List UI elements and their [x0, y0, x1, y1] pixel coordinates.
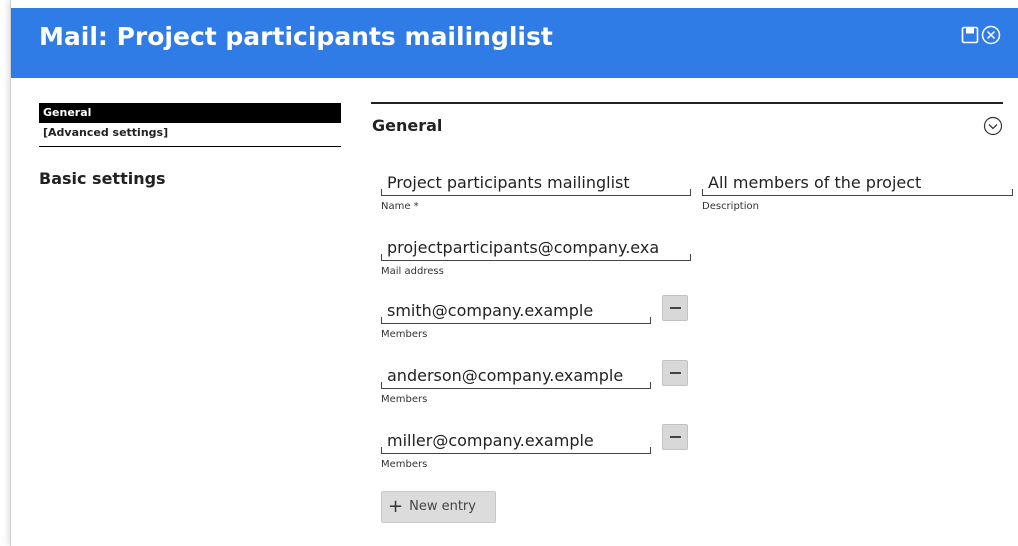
sidebar: General [Advanced settings] Basic settin… [39, 103, 341, 188]
new-entry-button[interactable]: + New entry [381, 491, 496, 523]
member-field-group: miller@company.example Members [381, 428, 651, 470]
dialog-header: Mail: Project participants mailinglist [11, 8, 1018, 78]
description-field-group: All members of the project Description [702, 170, 1013, 212]
remove-member-2-button[interactable] [662, 360, 688, 386]
member-label: Members [381, 329, 428, 340]
member-field-3[interactable]: miller@company.example [381, 428, 651, 454]
description-field[interactable]: All members of the project [702, 170, 1013, 196]
close-icon[interactable] [981, 25, 1001, 45]
description-label: Description [702, 201, 759, 212]
chevron-down-icon[interactable] [983, 116, 1003, 136]
minus-icon [670, 372, 681, 374]
member-field-group: anderson@company.example Members [381, 363, 651, 405]
minus-icon [670, 307, 681, 309]
minus-icon [670, 436, 681, 438]
sidebar-item-advanced-settings[interactable]: [Advanced settings] [39, 123, 341, 143]
member-field-2[interactable]: anderson@company.example [381, 363, 651, 389]
member-field-group: smith@company.example Members [381, 298, 651, 340]
new-entry-label: New entry [409, 499, 476, 514]
remove-member-1-button[interactable] [662, 295, 688, 321]
member-field-1[interactable]: smith@company.example [381, 298, 651, 324]
section-title: General [372, 116, 443, 135]
sidebar-section-title: Basic settings [39, 169, 166, 188]
remove-member-3-button[interactable] [662, 424, 688, 450]
save-icon[interactable] [961, 26, 979, 44]
mail-address-label: Mail address [381, 266, 444, 277]
name-label: Name * [381, 201, 419, 212]
name-field[interactable]: Project participants mailinglist [381, 170, 691, 196]
member-label: Members [381, 394, 428, 405]
dialog-title: Mail: Project participants mailinglist [39, 22, 553, 51]
main-panel: General Project participants mailinglist… [371, 102, 1013, 523]
mail-address-field-group: projectparticipants@company.exa Mail add… [381, 235, 691, 277]
member-label: Members [381, 459, 428, 470]
plus-icon: + [388, 496, 404, 517]
dialog-window: Mail: Project participants mailinglist G… [10, 0, 1018, 546]
mail-address-field[interactable]: projectparticipants@company.exa [381, 235, 691, 261]
sidebar-nav: General [Advanced settings] [39, 103, 341, 147]
sidebar-item-general[interactable]: General [39, 103, 341, 123]
section-header-general[interactable]: General [371, 102, 1003, 148]
name-field-group: Project participants mailinglist Name * [381, 170, 691, 212]
